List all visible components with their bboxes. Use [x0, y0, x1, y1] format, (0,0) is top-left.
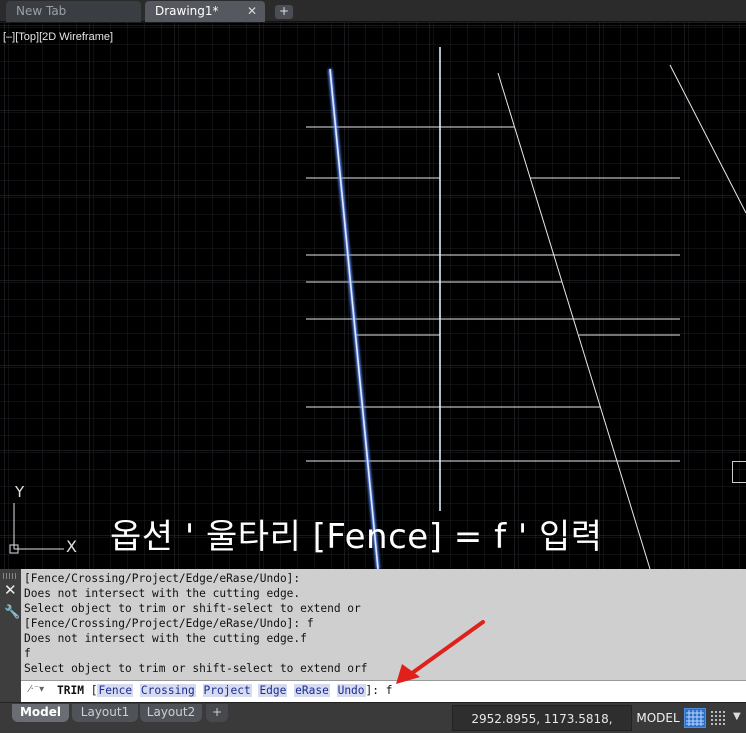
- close-icon[interactable]: ✕: [247, 1, 257, 21]
- history-line: [Fence/Crossing/Project/Edge/eRase/Undo]…: [24, 572, 301, 585]
- ucs-y-label: Y: [15, 483, 25, 501]
- history-line: Does not intersect with the cutting edge…: [24, 587, 301, 600]
- grid: [0, 23, 746, 569]
- option-edge[interactable]: Edge: [258, 684, 288, 697]
- add-layout-button[interactable]: +: [206, 704, 228, 722]
- grip-handle-icon[interactable]: [3, 573, 18, 579]
- ucs-icon: Y X: [6, 483, 86, 563]
- layout-tab-model[interactable]: Model: [12, 704, 69, 722]
- tab-label: Drawing1*: [155, 4, 219, 18]
- history-line: f: [24, 647, 31, 660]
- coordinates-readout[interactable]: 2952.8955, 1173.5818, 0.0000: [452, 705, 632, 731]
- model-space-button[interactable]: MODEL: [634, 705, 682, 731]
- grid-icon[interactable]: [684, 708, 706, 728]
- option-fence[interactable]: Fence: [97, 684, 134, 697]
- layout-tab-layout1[interactable]: Layout1: [72, 704, 138, 722]
- command-line-sidebar: ✕ 🔧: [0, 569, 21, 702]
- options-close-bracket: ]:: [365, 684, 380, 697]
- option-erase[interactable]: eRase: [294, 684, 330, 697]
- viewport-controls-label[interactable]: [–][Top][2D Wireframe]: [3, 31, 113, 43]
- command-name: TRIM: [57, 684, 84, 697]
- history-line: Does not intersect with the cutting edge…: [24, 632, 307, 645]
- tab-new-tab[interactable]: New Tab: [6, 1, 141, 22]
- option-project[interactable]: Project: [202, 684, 252, 697]
- chevron-down-icon[interactable]: ▼: [733, 711, 741, 722]
- command-input-value[interactable]: f: [386, 684, 393, 697]
- tab-label: New Tab: [16, 4, 67, 18]
- history-line: [Fence/Crossing/Project/Edge/eRase/Undo]…: [24, 617, 314, 630]
- history-line: Select object to trim or shift-select to…: [24, 662, 368, 675]
- tab-drawing1[interactable]: Drawing1* ✕: [145, 1, 265, 22]
- layout-tab-layout2[interactable]: Layout2: [140, 704, 202, 722]
- option-undo[interactable]: Undo: [336, 684, 366, 697]
- drawing-viewport[interactable]: [–][Top][2D Wireframe] Y X 옵션 ' 울타리 [Fen…: [0, 23, 746, 569]
- command-input-text[interactable]: TRIM [Fence Crossing Project Edge eRase …: [57, 684, 393, 697]
- option-crossing[interactable]: Crossing: [139, 684, 196, 697]
- new-tab-button[interactable]: +: [275, 5, 293, 19]
- drawing-canvas[interactable]: [0, 23, 746, 569]
- autocad-window: New Tab Drawing1* ✕ + [–][Top][2D Wirefr…: [0, 0, 746, 733]
- ucs-x-label: X: [66, 537, 77, 556]
- file-tab-bar: New Tab Drawing1* ✕ +: [0, 0, 746, 22]
- wrench-icon[interactable]: 🔧: [4, 605, 20, 620]
- command-prompt-icon[interactable]: ⁄·⁻▾: [29, 684, 44, 695]
- close-icon[interactable]: ✕: [4, 583, 17, 598]
- snap-icon[interactable]: [710, 710, 726, 726]
- tutorial-caption: 옵션 ' 울타리 [Fence] = f ' 입력: [110, 517, 603, 557]
- command-input[interactable]: ⁄·⁻▾ TRIM [Fence Crossing Project Edge e…: [21, 680, 746, 702]
- status-bar: Model Layout1 Layout2 + 2952.8955, 1173.…: [0, 702, 746, 733]
- command-history: [Fence/Crossing/Project/Edge/eRase/Undo]…: [24, 571, 744, 676]
- viewcube-edge[interactable]: [732, 461, 746, 483]
- history-line: Select object to trim or shift-select to…: [24, 602, 361, 615]
